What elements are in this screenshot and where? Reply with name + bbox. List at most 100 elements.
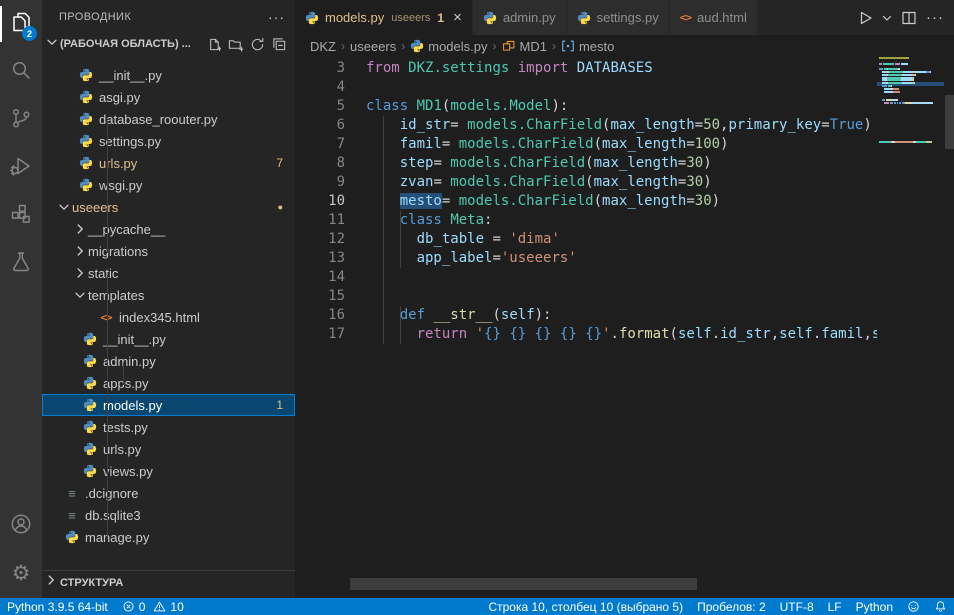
activity-bar-item-manage[interactable]: ⚙ bbox=[0, 550, 42, 598]
tree-item-__init__.py[interactable]: __init__.py bbox=[42, 64, 295, 86]
outline-section-header[interactable]: СТРУКТУРА bbox=[42, 570, 295, 594]
chevron-right-icon bbox=[42, 572, 60, 593]
code-editor[interactable]: 3from DKZ.settings import DATABASES45cla… bbox=[295, 57, 954, 598]
breadcrumb-item-MD1[interactable]: MD1 bbox=[502, 39, 547, 54]
code-line-6: 6 id_str= models.CharField(max_length=50… bbox=[295, 116, 872, 135]
status-cursor-position[interactable]: Строка 10, столбец 10 (выбрано 5) bbox=[481, 598, 690, 615]
code-text: step= models.CharField(max_length=30) bbox=[366, 154, 712, 173]
collapse-all-icon[interactable] bbox=[272, 37, 287, 52]
status-python-interpreter[interactable]: Python 3.9.5 64-bit bbox=[0, 598, 115, 615]
tab-settings.py[interactable]: settings.py bbox=[567, 0, 670, 35]
breadcrumb-separator: › bbox=[401, 39, 405, 53]
symbol-class-icon bbox=[502, 39, 516, 53]
breadcrumb-item-DKZ[interactable]: DKZ bbox=[310, 39, 336, 54]
close-icon[interactable]: × bbox=[453, 10, 462, 25]
activity-bar-item-extensions[interactable] bbox=[0, 192, 42, 240]
breadcrumb-item-useeers[interactable]: useeers bbox=[350, 39, 396, 54]
error-count: 0 bbox=[139, 600, 146, 614]
tab-label: settings.py bbox=[597, 10, 659, 25]
status-notifications[interactable] bbox=[927, 598, 954, 615]
tree-item-apps.py[interactable]: apps.py bbox=[42, 372, 295, 394]
minimap-line bbox=[879, 63, 908, 65]
minimap[interactable] bbox=[877, 57, 944, 598]
split-editor-button[interactable] bbox=[898, 6, 920, 30]
status-indentation[interactable]: Пробелов: 2 bbox=[690, 598, 773, 615]
status-encoding[interactable]: UTF-8 bbox=[773, 598, 821, 615]
tree-item-label: indexelement bbox=[99, 55, 176, 57]
tree-item-.dcignore[interactable]: ≡.dcignore bbox=[42, 482, 295, 504]
status-problems[interactable]: 010 bbox=[115, 598, 191, 615]
chevron-down-icon bbox=[44, 34, 60, 55]
status-text: Строка 10, столбец 10 (выбрано 5) bbox=[488, 600, 683, 614]
tree-item-admin.py[interactable]: admin.py bbox=[42, 350, 295, 372]
line-number: 10 bbox=[295, 192, 345, 211]
tree-item-models.py[interactable]: models.py1 bbox=[42, 394, 295, 416]
tree-item-views.py[interactable]: views.py bbox=[42, 460, 295, 482]
code-line-8: 8 step= models.CharField(max_length=30) bbox=[295, 154, 712, 173]
code-text: zvan= models.CharField(max_length=30) bbox=[366, 173, 712, 192]
python-file-icon bbox=[64, 530, 80, 544]
line-number: 12 bbox=[295, 230, 345, 249]
code-line-9: 9 zvan= models.CharField(max_length=30) bbox=[295, 173, 712, 192]
tree-item-__init__.py[interactable]: __init__.py bbox=[42, 328, 295, 350]
tab-aud.html[interactable]: <>aud.html bbox=[670, 0, 758, 35]
tree-item-label: urls.py bbox=[99, 156, 137, 171]
tree-item-asgi.py[interactable]: asgi.py bbox=[42, 86, 295, 108]
tab-admin.py[interactable]: admin.py bbox=[473, 0, 567, 35]
minimap-line bbox=[879, 79, 914, 81]
tree-item-indexelement[interactable]: ≡indexelement bbox=[42, 55, 295, 64]
new-file-icon[interactable] bbox=[206, 37, 221, 52]
run-python-file-button[interactable] bbox=[854, 6, 876, 30]
minimap-line bbox=[879, 91, 900, 93]
python-file-icon bbox=[78, 134, 94, 148]
tree-item-settings.py[interactable]: settings.py bbox=[42, 130, 295, 152]
tab-models.py[interactable]: models.pyuseeers1× bbox=[295, 0, 473, 35]
status-language-mode[interactable]: Python bbox=[849, 598, 900, 615]
code-text: class MD1(models.Model): bbox=[366, 97, 568, 116]
tree-item-index345.html[interactable]: <>index345.html bbox=[42, 306, 295, 328]
tree-item-migrations[interactable]: migrations bbox=[42, 240, 295, 262]
refresh-icon[interactable] bbox=[250, 37, 265, 52]
python-file-icon bbox=[82, 464, 98, 478]
code-line-7: 7 famil= models.CharField(max_length=100… bbox=[295, 135, 729, 154]
breadcrumb-item-mesto[interactable]: mesto bbox=[561, 39, 614, 54]
tree-item-__pycache__[interactable]: __pycache__ bbox=[42, 218, 295, 240]
extensions-icon bbox=[9, 202, 33, 231]
code-line-17: 17 return '{} {} {} {} {}'.format(self.i… bbox=[295, 325, 880, 344]
status-text: Python bbox=[856, 600, 893, 614]
explorer-more-actions-button[interactable]: ··· bbox=[268, 9, 285, 25]
breadcrumb-item-models.py[interactable]: models.py bbox=[410, 39, 487, 54]
tree-item-static[interactable]: static bbox=[42, 262, 295, 284]
tree-item-manage.py[interactable]: manage.py bbox=[42, 526, 295, 548]
activity-bar-item-testing[interactable] bbox=[0, 240, 42, 288]
workspace-section-header[interactable]: (РАБОЧАЯ ОБЛАСТЬ) ... bbox=[42, 33, 295, 55]
tree-item-templates[interactable]: templates bbox=[42, 284, 295, 306]
workbench: 2 ⚙ ПРОВОДНИК ··· (РАБОЧАЯ ОБЛАСТЬ) ... … bbox=[0, 0, 954, 598]
activity-bar-item-source-control[interactable] bbox=[0, 96, 42, 144]
activity-bar-item-search[interactable] bbox=[0, 48, 42, 96]
selected-text: mesto bbox=[400, 193, 442, 209]
new-folder-icon[interactable] bbox=[228, 37, 243, 52]
status-eol[interactable]: LF bbox=[821, 598, 849, 615]
tree-item-useeers[interactable]: useeers● bbox=[42, 196, 295, 218]
code-text: def __str__(self): bbox=[366, 306, 551, 325]
tree-item-label: static bbox=[88, 266, 118, 281]
tree-item-tests.py[interactable]: tests.py bbox=[42, 416, 295, 438]
breadcrumb-label: MD1 bbox=[520, 39, 547, 54]
tree-item-db.sqlite3[interactable]: ≡db.sqlite3 bbox=[42, 504, 295, 526]
tree-item-urls.py[interactable]: urls.py bbox=[42, 438, 295, 460]
more-actions-button[interactable]: ··· bbox=[924, 6, 946, 30]
tree-item-label: settings.py bbox=[99, 134, 161, 149]
vertical-scrollbar[interactable] bbox=[945, 95, 954, 149]
status-feedback[interactable] bbox=[900, 598, 927, 615]
activity-bar-item-run-and-debug[interactable] bbox=[0, 144, 42, 192]
horizontal-scrollbar[interactable] bbox=[350, 578, 697, 590]
tree-indent-guide bbox=[123, 363, 124, 385]
tree-item-database_roouter.py[interactable]: database_roouter.py bbox=[42, 108, 295, 130]
activity-bar-item-accounts[interactable] bbox=[0, 502, 42, 550]
tree-item-urls.py[interactable]: urls.py7 bbox=[42, 152, 295, 174]
run-dropdown-button[interactable] bbox=[880, 6, 894, 30]
bell-icon bbox=[934, 600, 947, 613]
tree-item-wsgi.py[interactable]: wsgi.py bbox=[42, 174, 295, 196]
activity-bar-item-explorer[interactable]: 2 bbox=[0, 0, 42, 48]
